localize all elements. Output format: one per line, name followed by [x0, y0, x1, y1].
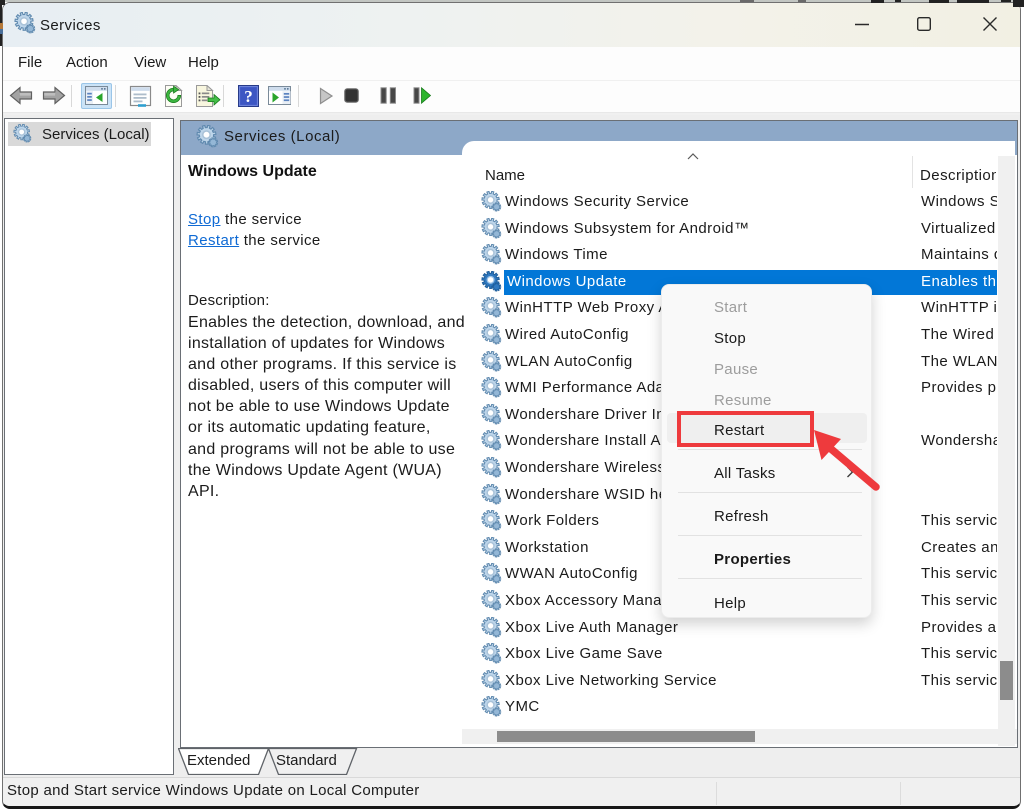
svg-text:?: ? [244, 87, 253, 106]
